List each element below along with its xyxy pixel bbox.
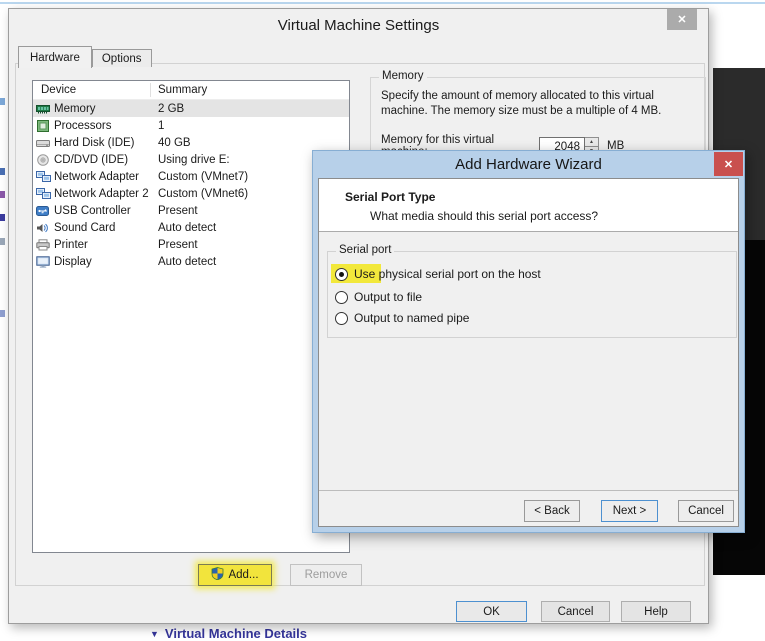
radio-selected-icon <box>335 267 348 281</box>
device-name: Memory <box>54 102 96 115</box>
background-artifact <box>0 238 5 245</box>
device-row-memory[interactable]: Memory 2 GB <box>33 100 349 117</box>
sound-icon <box>36 222 51 234</box>
device-summary: 40 GB <box>158 136 191 149</box>
display-icon <box>36 255 51 268</box>
radio-use-physical-serial-port[interactable]: Use physical serial port on the host <box>335 267 541 281</box>
column-header-summary[interactable]: Summary <box>158 84 207 96</box>
background-artifact <box>0 191 5 198</box>
tab-hardware[interactable]: Hardware <box>18 46 92 68</box>
wizard-subheading: What media should this serial port acces… <box>370 209 599 223</box>
background-artifact <box>0 214 5 221</box>
device-name: Network Adapter 2 <box>54 187 149 200</box>
device-row-printer[interactable]: Printer Present <box>33 236 349 253</box>
chevron-up-icon: ▲ <box>589 138 594 145</box>
radio-output-to-file[interactable]: Output to file <box>335 290 422 304</box>
wizard-cancel-button[interactable]: Cancel <box>678 500 734 522</box>
device-summary: Auto detect <box>158 221 217 234</box>
device-name: Display <box>54 255 92 268</box>
network-adapter-icon <box>36 170 51 183</box>
tab-bar: Hardware Options <box>18 46 152 68</box>
device-name: Sound Card <box>54 221 116 234</box>
wizard-title: Add Hardware Wizard <box>455 156 602 173</box>
memory-icon <box>36 103 51 115</box>
device-row-sound-card[interactable]: Sound Card Auto detect <box>33 219 349 236</box>
memory-group-label: Memory <box>379 70 427 82</box>
radio-label: Output to file <box>354 290 423 304</box>
uac-shield-icon <box>211 567 224 583</box>
device-row-cd-dvd[interactable]: CD/DVD (IDE) Using drive E: <box>33 151 349 168</box>
column-header-device[interactable]: Device <box>41 84 76 96</box>
remove-hardware-button[interactable]: Remove <box>290 564 362 586</box>
device-row-display[interactable]: Display Auto detect <box>33 253 349 270</box>
network-adapter-icon <box>36 187 51 200</box>
serial-port-group: Serial port Use physical serial port on … <box>327 244 737 338</box>
processor-icon <box>36 119 51 132</box>
radio-label: Output to named pipe <box>354 311 470 325</box>
printer-icon <box>36 238 51 251</box>
device-summary: 1 <box>158 119 165 132</box>
device-summary: Present <box>158 204 198 217</box>
device-name: Network Adapter <box>54 170 140 183</box>
background-window-edge <box>0 2 765 4</box>
radio-output-to-named-pipe[interactable]: Output to named pipe <box>335 311 469 325</box>
close-icon: ✕ <box>677 14 687 26</box>
add-hardware-wizard-dialog: Add Hardware Wizard ✕ Serial Port Type W… <box>312 150 745 533</box>
tab-options[interactable]: Options <box>91 49 152 67</box>
hard-disk-icon <box>36 137 51 149</box>
cancel-button[interactable]: Cancel <box>541 601 610 622</box>
device-summary: Using drive E: <box>158 153 230 166</box>
back-button[interactable]: < Back <box>524 500 580 522</box>
wizard-header: Serial Port Type What media should this … <box>319 179 738 232</box>
wizard-close-button[interactable]: ✕ <box>714 152 743 176</box>
device-row-network-adapter[interactable]: Network Adapter Custom (VMnet7) <box>33 168 349 185</box>
radio-icon <box>335 311 348 325</box>
device-name: Hard Disk (IDE) <box>54 136 135 149</box>
device-summary: Present <box>158 238 198 251</box>
spin-up-button[interactable]: ▲ <box>585 136 599 147</box>
device-row-network-adapter-2[interactable]: Network Adapter 2 Custom (VMnet6) <box>33 185 349 202</box>
close-icon: ✕ <box>723 158 734 171</box>
device-row-hard-disk[interactable]: Hard Disk (IDE) 40 GB <box>33 134 349 151</box>
serial-port-group-label: Serial port <box>336 244 395 256</box>
device-row-processors[interactable]: Processors 1 <box>33 117 349 134</box>
help-button[interactable]: Help <box>621 601 691 622</box>
background-artifact <box>0 98 5 105</box>
device-name: USB Controller <box>54 204 131 217</box>
screen: { "icons": { "close": "✕", "spin_up": "▲… <box>0 0 765 641</box>
settings-close-button[interactable]: ✕ <box>667 9 697 30</box>
ok-button[interactable]: OK <box>456 601 527 622</box>
next-button[interactable]: Next > <box>601 500 658 522</box>
device-name: Printer <box>54 238 88 251</box>
device-list: Device Summary Memory 2 GB Processors 1 … <box>32 80 350 553</box>
wizard-heading: Serial Port Type <box>345 190 436 204</box>
background-artifact <box>0 168 5 175</box>
add-button-label: Add... <box>228 569 259 581</box>
background-artifact <box>0 310 5 317</box>
wizard-footer: < Back Next > Cancel <box>319 490 738 526</box>
radio-label: Use physical serial port on the host <box>354 267 541 281</box>
add-hardware-button[interactable]: Add... <box>198 564 272 586</box>
memory-description: Specify the amount of memory allocated t… <box>381 90 662 117</box>
device-summary: 2 GB <box>158 102 185 115</box>
device-summary: Auto detect <box>158 255 217 268</box>
cd-dvd-icon <box>36 153 51 166</box>
usb-icon <box>36 205 51 217</box>
device-list-header: Device Summary <box>33 81 349 100</box>
device-summary: Custom (VMnet7) <box>158 170 249 183</box>
radio-icon <box>335 290 348 304</box>
device-summary: Custom (VMnet6) <box>158 187 249 200</box>
device-name: Processors <box>54 119 112 132</box>
wizard-content: Serial Port Type What media should this … <box>318 178 739 527</box>
dialog-title: Virtual Machine Settings <box>277 17 440 34</box>
device-row-usb-controller[interactable]: USB Controller Present <box>33 202 349 219</box>
chevron-down-icon: ▼ <box>150 628 159 639</box>
device-name: CD/DVD (IDE) <box>54 153 129 166</box>
